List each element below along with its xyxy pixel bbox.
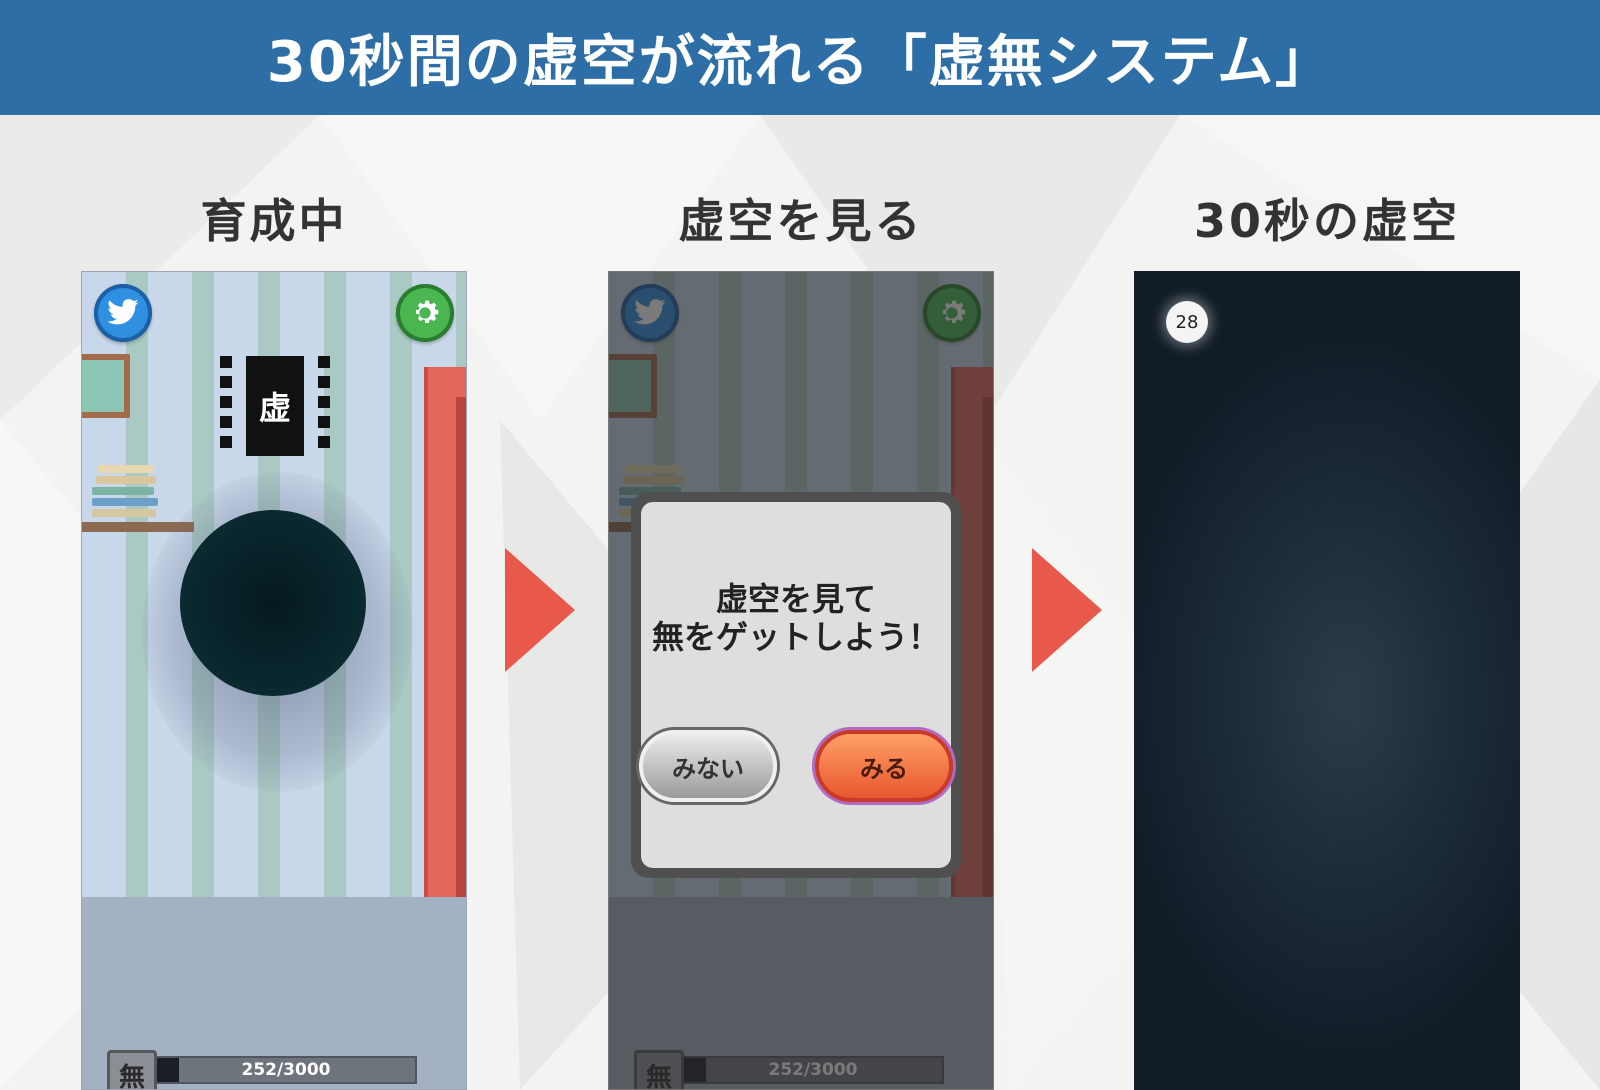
- twitter-bird-icon: [107, 299, 139, 325]
- dont-watch-button[interactable]: みない: [639, 730, 777, 802]
- books-icon: [92, 465, 162, 522]
- arrow-right-icon: [1032, 548, 1102, 672]
- dialog-message: 虚空を見て 無をゲットしよう！: [641, 580, 951, 656]
- screen-growing: 虚 無 252/3000: [81, 271, 467, 1090]
- watch-button[interactable]: みる: [815, 730, 953, 802]
- void-board: 虚: [220, 356, 330, 456]
- mu-icon: 無: [107, 1050, 157, 1089]
- screen-30sec-void: 28: [1134, 271, 1520, 1090]
- page-title: 30秒間の虚空が流れる「虚無システム」: [266, 30, 1334, 95]
- countdown-timer: 28: [1166, 301, 1208, 343]
- void-background: [1134, 271, 1520, 1090]
- column-title-growing: 育成中: [200, 194, 348, 248]
- settings-button[interactable]: [396, 284, 454, 342]
- dialog-message-line2: 無をゲットしよう！: [651, 618, 940, 656]
- mu-progress-bar: 無 252/3000: [107, 1050, 421, 1089]
- picture-frame-icon: [82, 354, 130, 418]
- void-board-label: 虚: [246, 356, 304, 456]
- progress-track: 252/3000: [155, 1056, 417, 1084]
- black-hole[interactable]: [180, 510, 366, 696]
- see-void-dialog: 虚空を見て 無をゲットしよう！ みない みる: [631, 492, 961, 878]
- twitter-button[interactable]: [94, 284, 152, 342]
- column-title-30sec-void: 30秒の虚空: [1193, 194, 1460, 248]
- door: [424, 367, 466, 897]
- arrow-right-icon: [505, 548, 575, 672]
- dialog-message-line1: 虚空を見て: [715, 580, 876, 618]
- progress-text: 252/3000: [241, 1060, 331, 1080]
- screen-see-void: 無 252/3000 虚空を見て 無をゲットしよう！ みない みる: [608, 271, 994, 1090]
- gear-icon: [415, 300, 439, 324]
- column-title-see-void: 虚空を見る: [678, 194, 924, 248]
- page-header: 30秒間の虚空が流れる「虚無システム」: [0, 0, 1600, 115]
